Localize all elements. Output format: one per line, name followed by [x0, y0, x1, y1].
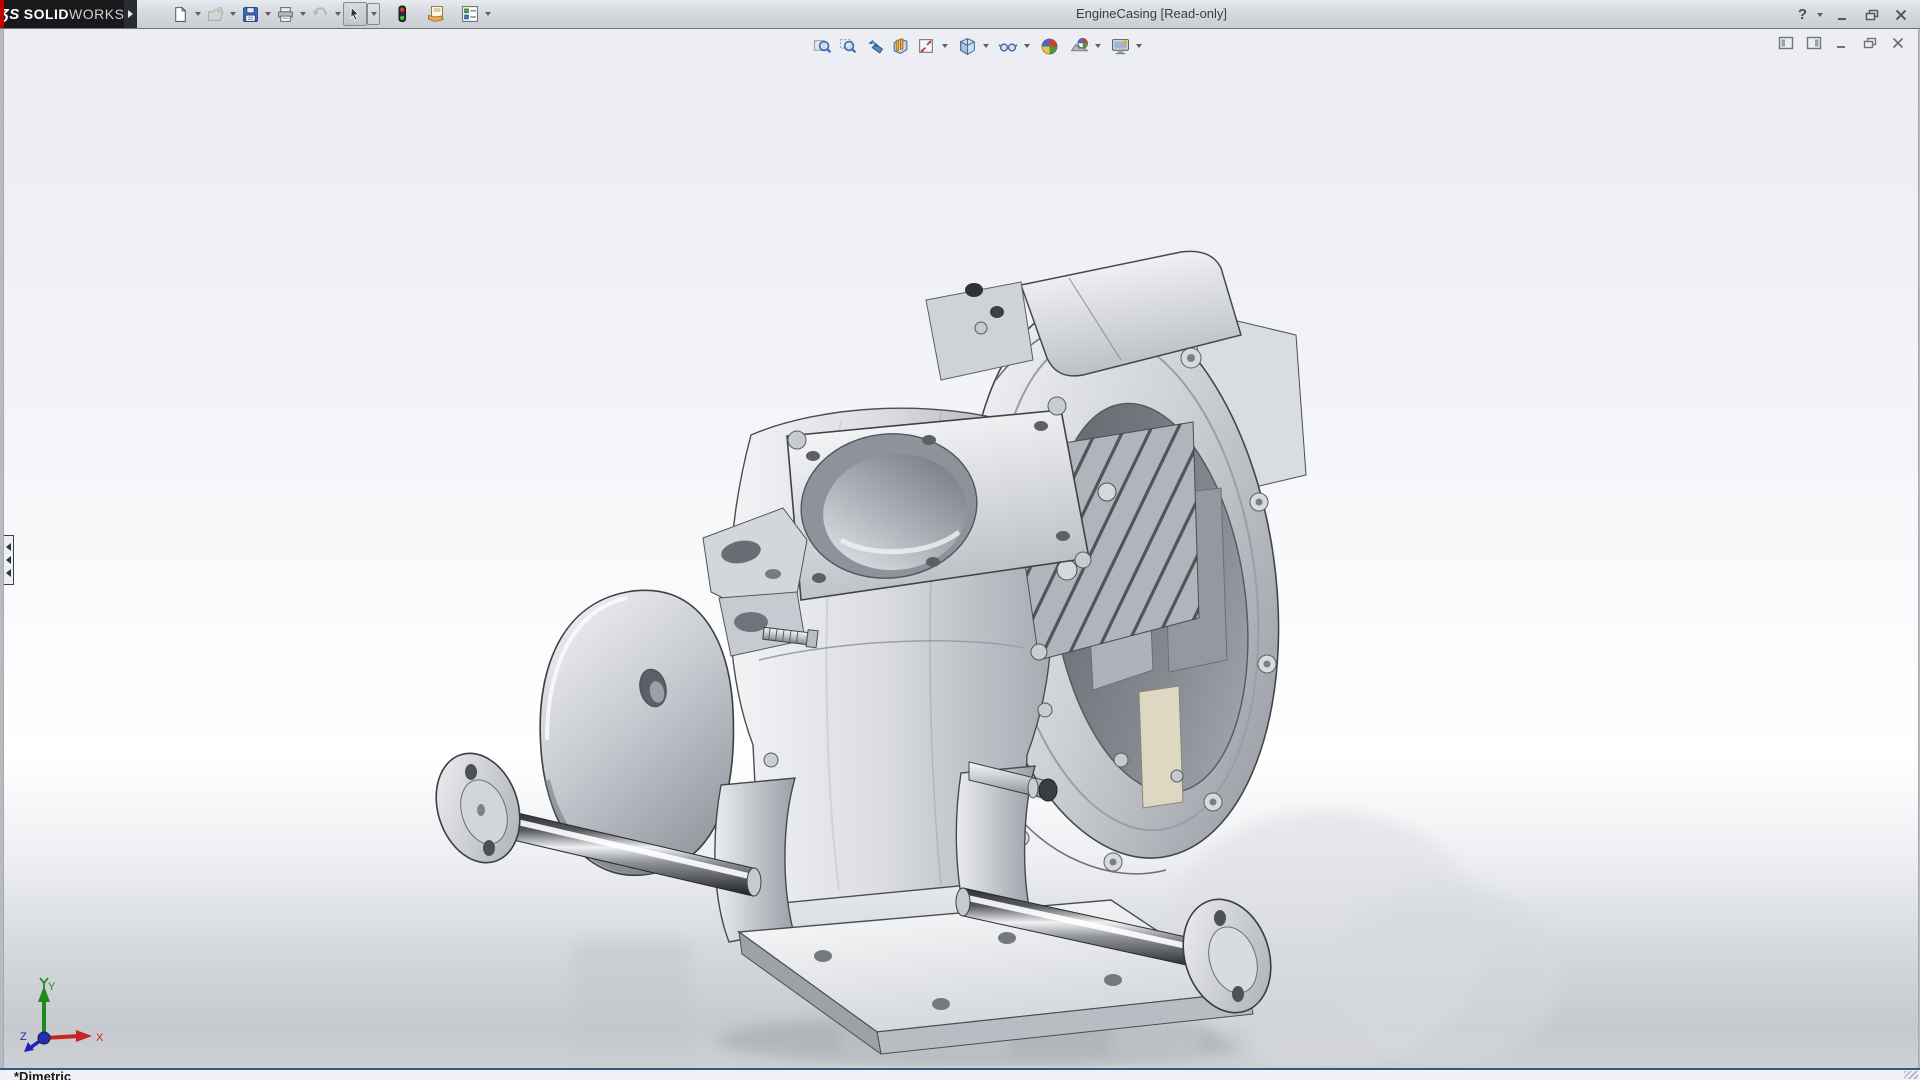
open-icon	[207, 5, 224, 21]
apply-scene-button[interactable]	[1066, 33, 1092, 59]
triad-x-label: X	[96, 1032, 104, 1044]
file-properties-icon	[428, 6, 444, 23]
pane-right-icon	[1806, 36, 1822, 50]
previous-view-button[interactable]	[861, 33, 887, 59]
options-icon	[462, 6, 478, 22]
view-settings-monitor-icon	[1111, 38, 1129, 54]
triad-x-axis	[43, 1030, 92, 1042]
select-cursor-icon	[350, 6, 360, 21]
display-style-dropdown[interactable]	[980, 35, 991, 57]
document-restore-button[interactable]	[1860, 34, 1880, 52]
feature-pane-collapse-tab[interactable]	[4, 535, 14, 585]
view-orientation-dropdown[interactable]	[939, 35, 950, 57]
pane-left-icon	[1778, 36, 1794, 50]
engine-casing-model[interactable]	[421, 240, 1581, 1066]
resize-grip[interactable]	[1904, 1071, 1918, 1079]
view-orientation-icon	[918, 38, 933, 53]
display-style-icon	[959, 37, 975, 55]
graphics-viewport[interactable]: X Y Z	[3, 29, 1919, 1070]
close-button[interactable]	[1890, 6, 1912, 25]
edit-appearance-button[interactable]	[1036, 33, 1062, 59]
collapse-arrow-icon	[5, 556, 11, 564]
pane-right-button[interactable]	[1804, 34, 1824, 52]
minimize-button[interactable]	[1832, 6, 1854, 25]
document-restore-icon	[1863, 37, 1876, 49]
restore-button[interactable]	[1861, 6, 1883, 25]
select-button[interactable]	[343, 2, 367, 26]
save-icon	[242, 6, 258, 22]
collapse-arrow-icon	[5, 569, 11, 577]
triad-z-label: Z	[20, 1031, 27, 1043]
rebuild-button[interactable]	[390, 2, 414, 26]
print-icon	[277, 6, 293, 22]
zoom-to-area-icon	[839, 38, 856, 53]
solidworks-logo: ƷS SOLIDWORKS	[0, 0, 124, 28]
open-button[interactable]	[203, 2, 227, 26]
display-style-button[interactable]	[954, 33, 980, 59]
menu-flyout-arrow[interactable]	[124, 0, 137, 28]
document-minimize-icon	[1837, 46, 1845, 48]
options-button[interactable]	[458, 2, 482, 26]
brand-red-stripe	[0, 0, 4, 28]
minimize-icon	[1838, 18, 1846, 20]
apply-scene-dropdown[interactable]	[1092, 35, 1103, 57]
zoom-to-fit-icon	[813, 39, 831, 53]
status-strip: *Dimetric	[0, 1068, 1920, 1080]
options-dropdown[interactable]	[482, 3, 493, 25]
save-dropdown[interactable]	[262, 3, 273, 25]
document-close-icon	[1892, 37, 1904, 49]
hide-show-items-dropdown[interactable]	[1021, 35, 1032, 57]
pane-left-button[interactable]	[1776, 34, 1796, 52]
previous-view-icon	[867, 39, 883, 54]
triad-z-axis	[24, 1031, 51, 1052]
hide-show-items-glasses-icon	[998, 42, 1018, 52]
apply-scene-icon	[1070, 37, 1089, 51]
select-dropdown[interactable]	[367, 3, 380, 25]
document-window-controls	[1776, 34, 1908, 52]
section-view-button[interactable]	[887, 33, 913, 59]
close-icon	[1895, 9, 1907, 21]
headsup-view-toolbar	[809, 33, 1144, 59]
rebuild-traffic-light-icon	[398, 5, 406, 22]
new-document-icon	[174, 5, 187, 22]
section-view-icon	[893, 37, 907, 54]
zoom-to-fit-button[interactable]	[809, 33, 835, 59]
titlebar-window-controls: ?	[1798, 4, 1912, 26]
help-button[interactable]: ?	[1798, 5, 1807, 25]
view-orientation-button[interactable]	[913, 33, 939, 59]
view-settings-dropdown[interactable]	[1133, 35, 1144, 57]
reference-triad[interactable]: X Y Z	[18, 976, 104, 1054]
print-button[interactable]	[273, 2, 297, 26]
triad-y-label: Y	[48, 981, 56, 993]
undo-button[interactable]	[308, 2, 332, 26]
new-document-button[interactable]	[168, 2, 192, 26]
document-minimize-button[interactable]	[1832, 34, 1852, 52]
undo-icon	[312, 7, 327, 16]
title-bar: ƷS SOLIDWORKS EngineCasing [Read-only] ?	[0, 0, 1920, 29]
print-dropdown[interactable]	[297, 3, 308, 25]
window-title: EngineCasing [Read-only]	[1076, 6, 1228, 21]
zoom-to-area-button[interactable]	[835, 33, 861, 59]
view-orientation-label: *Dimetric	[14, 1069, 72, 1080]
undo-dropdown[interactable]	[332, 3, 343, 25]
view-settings-button[interactable]	[1107, 33, 1133, 59]
help-dropdown[interactable]	[1814, 4, 1825, 26]
save-button[interactable]	[238, 2, 262, 26]
hide-show-items-button[interactable]	[995, 33, 1021, 59]
restore-icon	[1865, 9, 1878, 21]
new-document-dropdown[interactable]	[192, 3, 203, 25]
brand-text: ƷS SOLIDWORKS	[0, 5, 125, 23]
document-close-button[interactable]	[1888, 34, 1908, 52]
edit-appearance-ball-icon	[1041, 38, 1057, 54]
collapse-arrow-icon	[5, 543, 11, 551]
open-dropdown[interactable]	[227, 3, 238, 25]
file-properties-button[interactable]	[424, 2, 448, 26]
quick-access-toolbar	[168, 2, 493, 26]
